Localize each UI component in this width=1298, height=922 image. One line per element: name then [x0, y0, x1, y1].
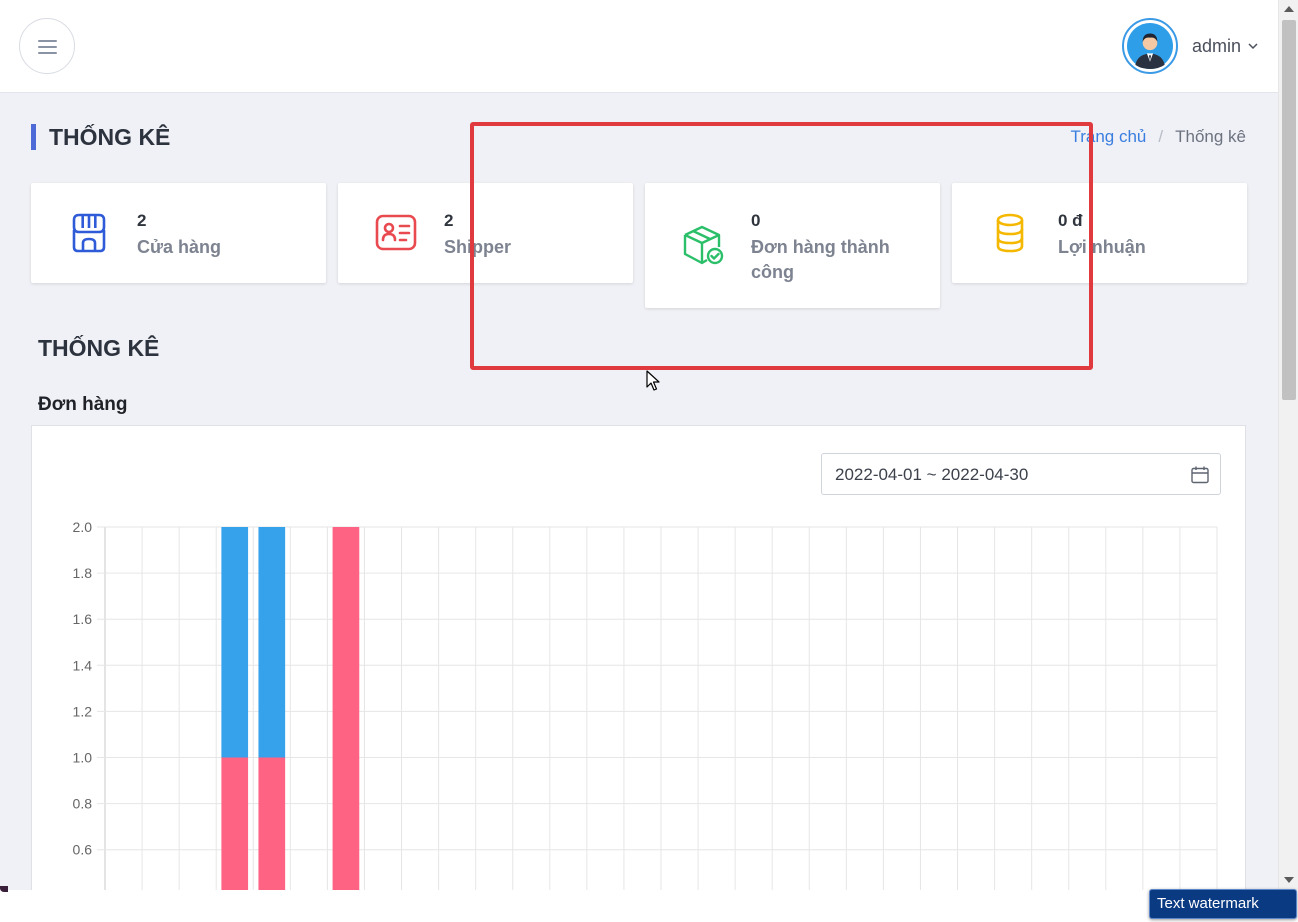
breadcrumb-current: Thống kê — [1175, 127, 1246, 146]
y-tick-label: 1.0 — [73, 750, 93, 766]
scroll-up-arrow-icon[interactable] — [1284, 6, 1294, 12]
watermark-label: Text watermark — [1149, 889, 1297, 919]
chart-bar — [332, 527, 360, 890]
page-viewport: admin THỐNG KÊ Trang chủ / Thống kê 2 Cử… — [0, 0, 1278, 890]
stat-card-stores[interactable]: 2 Cửa hàng — [31, 183, 326, 283]
annotation-highlight-box — [470, 122, 1093, 370]
username-label: admin — [1192, 35, 1242, 56]
chart-bar — [258, 527, 286, 758]
date-range-picker[interactable]: 2022-04-01 ~ 2022-04-30 — [821, 453, 1221, 495]
hamburger-icon-line — [38, 40, 57, 42]
chevron-down-icon — [1248, 43, 1258, 50]
bottom-strip — [0, 890, 1298, 922]
store-icon — [72, 213, 106, 253]
page-title: THỐNG KÊ — [31, 124, 170, 150]
y-tick-label: 1.8 — [73, 565, 93, 581]
y-tick-label: 2.0 — [73, 519, 93, 535]
chart-subtitle: Đơn hàng — [38, 394, 128, 415]
y-tick-label: 1.2 — [73, 703, 93, 719]
y-tick-label: 1.4 — [73, 657, 93, 673]
y-tick-label: 0.8 — [73, 796, 93, 812]
y-tick-label: 1.6 — [73, 611, 93, 627]
calendar-icon — [1191, 466, 1209, 484]
section-title: THỐNG KÊ — [38, 335, 160, 361]
orders-chart: 2.0 1.8 1.6 1.4 1.2 1.0 0.8 0.6 — [73, 519, 1218, 890]
date-range-value: 2022-04-01 ~ 2022-04-30 — [835, 465, 1029, 484]
hamburger-icon-line — [38, 46, 57, 48]
user-avatar-icon — [1127, 23, 1173, 69]
chart-panel: 2.0 1.8 1.6 1.4 1.2 1.0 0.8 0.6 2022-04-01 ~ 20… — [31, 425, 1246, 890]
chart-bar — [258, 757, 286, 890]
breadcrumb-separator: / — [1158, 127, 1164, 146]
user-menu[interactable]: admin — [1122, 18, 1258, 74]
y-tick-label: 0.6 — [73, 842, 93, 858]
breadcrumb: Trang chủ / Thống kê — [1070, 127, 1246, 147]
vertical-scrollbar[interactable] — [1278, 0, 1298, 890]
chart-bar — [221, 757, 249, 890]
mouse-cursor-icon — [646, 370, 660, 391]
hamburger-icon-line — [38, 52, 57, 54]
menu-toggle-button[interactable] — [19, 18, 75, 74]
scroll-down-arrow-icon[interactable] — [1284, 877, 1294, 883]
avatar[interactable] — [1122, 18, 1178, 74]
scrollbar-thumb[interactable] — [1282, 20, 1296, 400]
stat-label: Cửa hàng — [137, 237, 222, 257]
id-card-icon — [375, 214, 417, 251]
stat-value: 2 — [444, 211, 454, 230]
chart-bar — [221, 527, 249, 758]
top-navbar: admin — [0, 0, 1278, 93]
window-corner — [0, 886, 8, 892]
stat-value: 2 — [137, 211, 147, 230]
